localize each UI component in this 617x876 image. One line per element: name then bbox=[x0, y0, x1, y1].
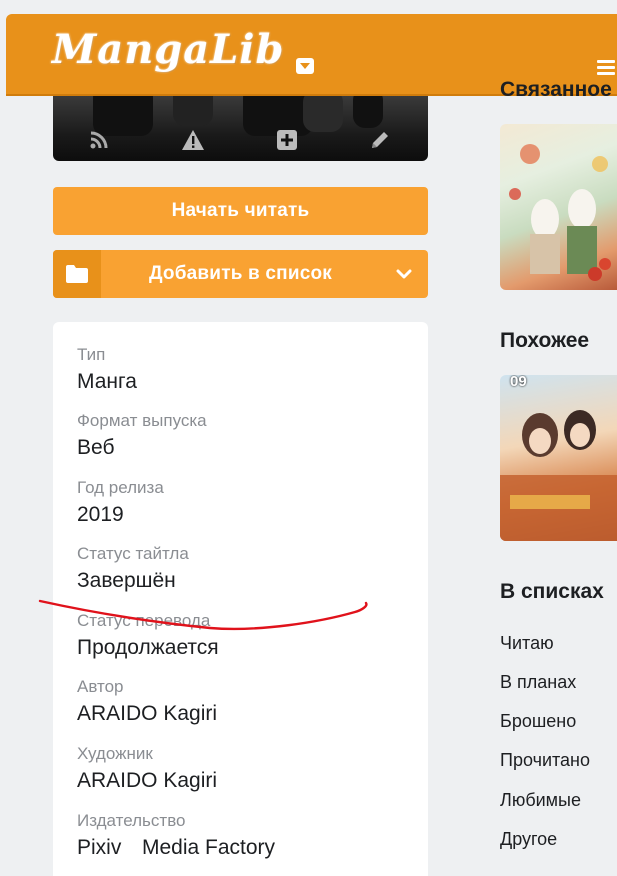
site-logo[interactable]: MangaLib bbox=[52, 26, 284, 73]
list-item-dropped[interactable]: Брошено bbox=[500, 711, 576, 732]
in-lists-section-title: В списках bbox=[500, 580, 604, 603]
warning-icon[interactable] bbox=[179, 127, 207, 153]
list-item-favorites[interactable]: Любимые bbox=[500, 790, 581, 811]
publisher-link[interactable]: Media Factory bbox=[142, 836, 275, 860]
artist-label: Художник bbox=[77, 744, 153, 763]
title-status-value[interactable]: Завершён bbox=[77, 569, 176, 593]
translation-status-value[interactable]: Продолжается bbox=[77, 636, 219, 660]
author-value[interactable]: ARAIDO Kagiri bbox=[77, 702, 217, 726]
similar-manga-cover[interactable]: 09 bbox=[500, 375, 617, 541]
list-item-planned[interactable]: В планах bbox=[500, 672, 576, 693]
pencil-icon[interactable] bbox=[366, 127, 394, 153]
rss-icon[interactable] bbox=[85, 127, 113, 153]
type-label: Тип bbox=[77, 345, 106, 364]
year-label: Год релиза bbox=[77, 478, 164, 497]
title-status-label: Статус тайтла bbox=[77, 544, 189, 563]
list-item-reading[interactable]: Читаю bbox=[500, 633, 554, 654]
chevron-down-icon[interactable] bbox=[396, 266, 412, 282]
related-manga-cover[interactable] bbox=[500, 124, 617, 290]
year-value: 2019 bbox=[77, 503, 124, 526]
related-section-title: Связанное bbox=[500, 78, 612, 101]
chapter-badge: 09 bbox=[510, 375, 527, 390]
plus-square-icon[interactable] bbox=[273, 127, 301, 153]
manga-info-card: Тип Манга Формат выпуска Веб Год релиза … bbox=[53, 322, 428, 876]
translation-status-label: Статус перевода bbox=[77, 611, 211, 630]
add-to-list-label: Добавить в список bbox=[148, 263, 333, 284]
list-item-other[interactable]: Другое bbox=[500, 829, 557, 850]
format-value[interactable]: Веб bbox=[77, 436, 114, 460]
publisher-label: Издательство bbox=[77, 811, 186, 830]
author-label: Автор bbox=[77, 677, 124, 696]
folder-icon bbox=[53, 250, 101, 298]
add-to-list-button[interactable]: Добавить в список bbox=[53, 250, 428, 298]
start-reading-button[interactable]: Начать читать bbox=[53, 187, 428, 235]
caret-down-icon[interactable] bbox=[296, 58, 314, 74]
artist-value[interactable]: ARAIDO Kagiri bbox=[77, 769, 217, 793]
similar-section-title: Похожее bbox=[500, 329, 590, 352]
manga-cover bbox=[53, 96, 428, 161]
type-value[interactable]: Манга bbox=[77, 370, 137, 394]
format-label: Формат выпуска bbox=[77, 411, 207, 430]
publisher-link[interactable]: Pixiv bbox=[77, 836, 121, 860]
list-item-completed[interactable]: Прочитано bbox=[500, 750, 590, 771]
menu-icon[interactable] bbox=[597, 60, 617, 76]
